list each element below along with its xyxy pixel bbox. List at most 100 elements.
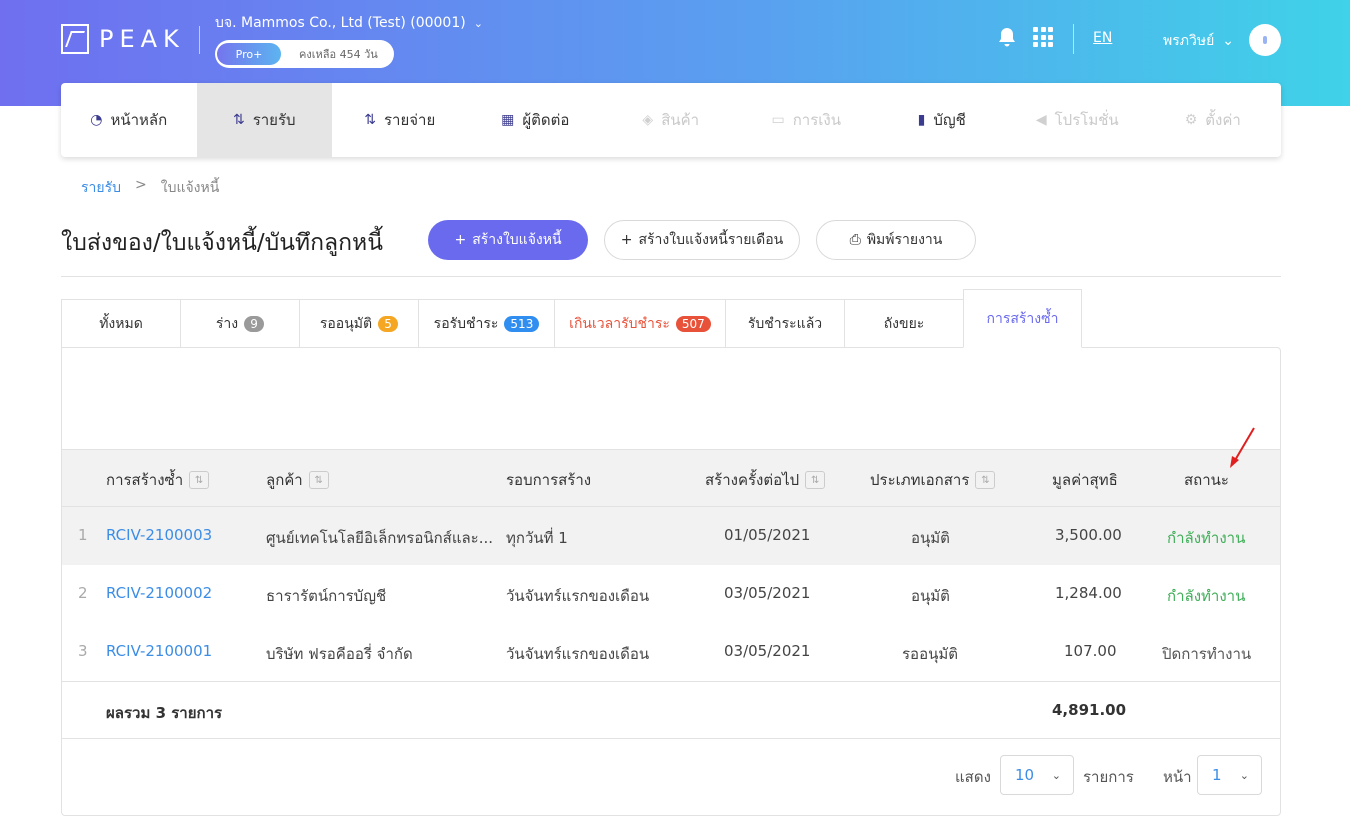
plus-icon: + xyxy=(454,232,467,248)
tab-overdue[interactable]: เกินเวลารับชำระ 507 xyxy=(554,299,725,348)
sort-icon[interactable]: ⇅ xyxy=(805,471,826,489)
user-name: พรภวิษย์ xyxy=(1163,33,1215,49)
doc-number-link[interactable]: RCIV-2100001 xyxy=(106,642,212,660)
promotion-icon: ◀ xyxy=(1035,112,1047,128)
nav-item-expense[interactable]: ⇅ รายจ่าย xyxy=(332,83,468,157)
row-number: 3 xyxy=(78,642,88,660)
user-menu[interactable]: พรภวิษย์ ⌄ xyxy=(1163,30,1234,52)
nav-item-products[interactable]: ◈ สินค้า xyxy=(603,83,739,157)
table-row[interactable]: 1 RCIV-2100003 ศูนย์เทคโนโลยีอิเล็กทรอนิ… xyxy=(62,507,1280,565)
nav-label: รายจ่าย xyxy=(383,111,436,129)
table-row[interactable]: 2 RCIV-2100002 ธารารัตน์การบัญชี วันจันท… xyxy=(62,565,1280,623)
breadcrumb-separator: > xyxy=(135,177,147,193)
expense-icon: ⇅ xyxy=(364,112,376,128)
customer-name: ศูนย์เทคโนโลยีอิเล็กทรอนิกส์และ... xyxy=(266,529,494,547)
col-recurring[interactable]: การสร้างซ้ำ ⇅ xyxy=(106,468,210,492)
chevron-down-icon: ⌄ xyxy=(1222,33,1235,49)
sort-icon[interactable]: ⇅ xyxy=(308,471,329,489)
plan-remaining: คงเหลือ 454 วัน xyxy=(299,48,378,61)
tab-awaiting-payment[interactable]: รอรับชำระ 513 xyxy=(418,299,554,348)
tab-recurring[interactable]: การสร้างซ้ำ xyxy=(963,289,1082,348)
logo-text: PEAK xyxy=(99,25,185,53)
header-label: การสร้างซ้ำ xyxy=(106,471,184,489)
product-icon: ◈ xyxy=(642,112,654,128)
tab-paid[interactable]: รับชำระแล้ว xyxy=(725,299,844,348)
page-label: หน้า xyxy=(1163,768,1192,786)
breadcrumb: รายรับ > ใบแจ้งหนี้ xyxy=(81,177,219,199)
create-invoice-button[interactable]: + สร้างใบแจ้งหนี้ xyxy=(428,220,588,260)
company-name: บจ. Mammos Co., Ltd (Test) (00001) xyxy=(215,15,466,31)
next-run-date: 03/05/2021 xyxy=(724,584,811,602)
customer-name: บริษัท ฟรอคีออรี่ จำกัด xyxy=(266,645,413,663)
status-badge: กำลังทำงาน xyxy=(1167,587,1246,605)
gear-icon: ⚙ xyxy=(1184,112,1198,128)
chevron-down-icon: ⌄ xyxy=(1239,768,1249,782)
header-label: ประเภทเอกสาร xyxy=(870,471,970,489)
nav-label: ตั้งค่า xyxy=(1205,111,1241,129)
nav-item-home[interactable]: ◔ หน้าหลัก xyxy=(61,83,197,157)
tab-all[interactable]: ทั้งหมด xyxy=(61,299,180,348)
header-divider-right xyxy=(1073,24,1074,54)
table-total-row: ผลรวม 3 รายการ 4,891.00 xyxy=(62,681,1280,739)
contacts-icon: ▦ xyxy=(501,112,515,128)
nav-item-finance[interactable]: ▭ การเงิน xyxy=(739,83,875,157)
nav-label: รายรับ xyxy=(252,111,296,129)
breadcrumb-current: ใบแจ้งหนี้ xyxy=(160,180,220,196)
tab-label: ร่าง xyxy=(215,315,239,332)
next-run-date: 03/05/2021 xyxy=(724,642,811,660)
count-badge: 507 xyxy=(675,315,711,332)
nav-item-contacts[interactable]: ▦ ผู้ติดต่อ xyxy=(468,83,604,157)
nav-item-settings[interactable]: ⚙ ตั้งค่า xyxy=(1145,83,1281,157)
plus-icon: + xyxy=(620,232,633,248)
sort-icon[interactable]: ⇅ xyxy=(975,471,996,489)
nav-item-promotion[interactable]: ◀ โปรโมชั่น xyxy=(1010,83,1146,157)
peak-logo-icon xyxy=(61,24,89,54)
avatar[interactable] xyxy=(1249,24,1281,56)
sort-icon[interactable]: ⇅ xyxy=(189,471,210,489)
plan-pill: Pro+ คงเหลือ 454 วัน xyxy=(215,40,394,68)
nav-label: โปรโมชั่น xyxy=(1054,111,1119,129)
nav-label: สินค้า xyxy=(661,111,700,129)
create-monthly-invoice-button[interactable]: + สร้างใบแจ้งหนี้รายเดือน xyxy=(604,220,800,260)
col-doc-type[interactable]: ประเภทเอกสาร ⇅ xyxy=(870,468,996,492)
nav-label: หน้าหลัก xyxy=(110,111,168,129)
row-number: 2 xyxy=(78,584,88,602)
table-header: การสร้างซ้ำ ⇅ ลูกค้า ⇅ รอบการสร้าง สร้าง… xyxy=(62,449,1280,507)
language-switch[interactable]: EN xyxy=(1093,30,1112,46)
nav-item-accounting[interactable]: ▮ บัญชี xyxy=(874,83,1010,157)
create-invoice-label: สร้างใบแจ้งหนี้ xyxy=(472,232,562,248)
col-next-run[interactable]: สร้างครั้งต่อไป ⇅ xyxy=(705,468,826,492)
page-title: ใบส่งของ/ใบแจ้งหนี้/บันทึกลูกหนี้ xyxy=(61,230,383,256)
doc-number-link[interactable]: RCIV-2100003 xyxy=(106,526,212,544)
page-size-select[interactable]: 10 ⌄ xyxy=(1000,755,1074,795)
net-amount: 1,284.00 xyxy=(1055,584,1122,602)
count-badge: 513 xyxy=(504,315,540,332)
tab-label: เกินเวลารับชำระ xyxy=(569,315,670,332)
status-tabs: ทั้งหมด ร่าง 9 รออนุมัติ 5 รอรับชำระ 513… xyxy=(61,289,1281,348)
tab-label: รอรับชำระ xyxy=(433,315,499,332)
tab-trash[interactable]: ถังขยะ xyxy=(844,299,963,348)
page-select[interactable]: 1 ⌄ xyxy=(1197,755,1262,795)
table-row[interactable]: 3 RCIV-2100001 บริษัท ฟรอคีออรี่ จำกัด ว… xyxy=(62,623,1280,681)
doc-type: อนุมัติ xyxy=(911,529,950,547)
bell-icon[interactable] xyxy=(997,26,1017,53)
count-badge: 9 xyxy=(244,315,265,332)
printer-icon: ⎙ xyxy=(849,232,861,248)
header-divider xyxy=(199,26,200,54)
peak-logo[interactable]: PEAK xyxy=(61,24,185,54)
money-icon: ▭ xyxy=(771,112,785,128)
cycle: ทุกวันที่ 1 xyxy=(506,529,568,547)
apps-grid-icon[interactable] xyxy=(1033,27,1053,47)
nav-item-income[interactable]: ⇅ รายรับ xyxy=(196,83,332,157)
create-monthly-label: สร้างใบแจ้งหนี้รายเดือน xyxy=(638,232,784,248)
nav-label: การเงิน xyxy=(792,111,841,129)
col-customer[interactable]: ลูกค้า ⇅ xyxy=(266,468,329,492)
tab-draft[interactable]: ร่าง 9 xyxy=(180,299,299,348)
doc-number-link[interactable]: RCIV-2100002 xyxy=(106,584,212,602)
col-cycle: รอบการสร้าง xyxy=(506,468,591,492)
company-switcher[interactable]: บจ. Mammos Co., Ltd (Test) (00001) ⌄ xyxy=(215,12,483,34)
tab-awaiting-approval[interactable]: รออนุมัติ 5 xyxy=(299,299,418,348)
header-label: ลูกค้า xyxy=(266,471,303,489)
breadcrumb-income[interactable]: รายรับ xyxy=(81,177,121,199)
print-report-button[interactable]: ⎙ พิมพ์รายงาน xyxy=(816,220,976,260)
